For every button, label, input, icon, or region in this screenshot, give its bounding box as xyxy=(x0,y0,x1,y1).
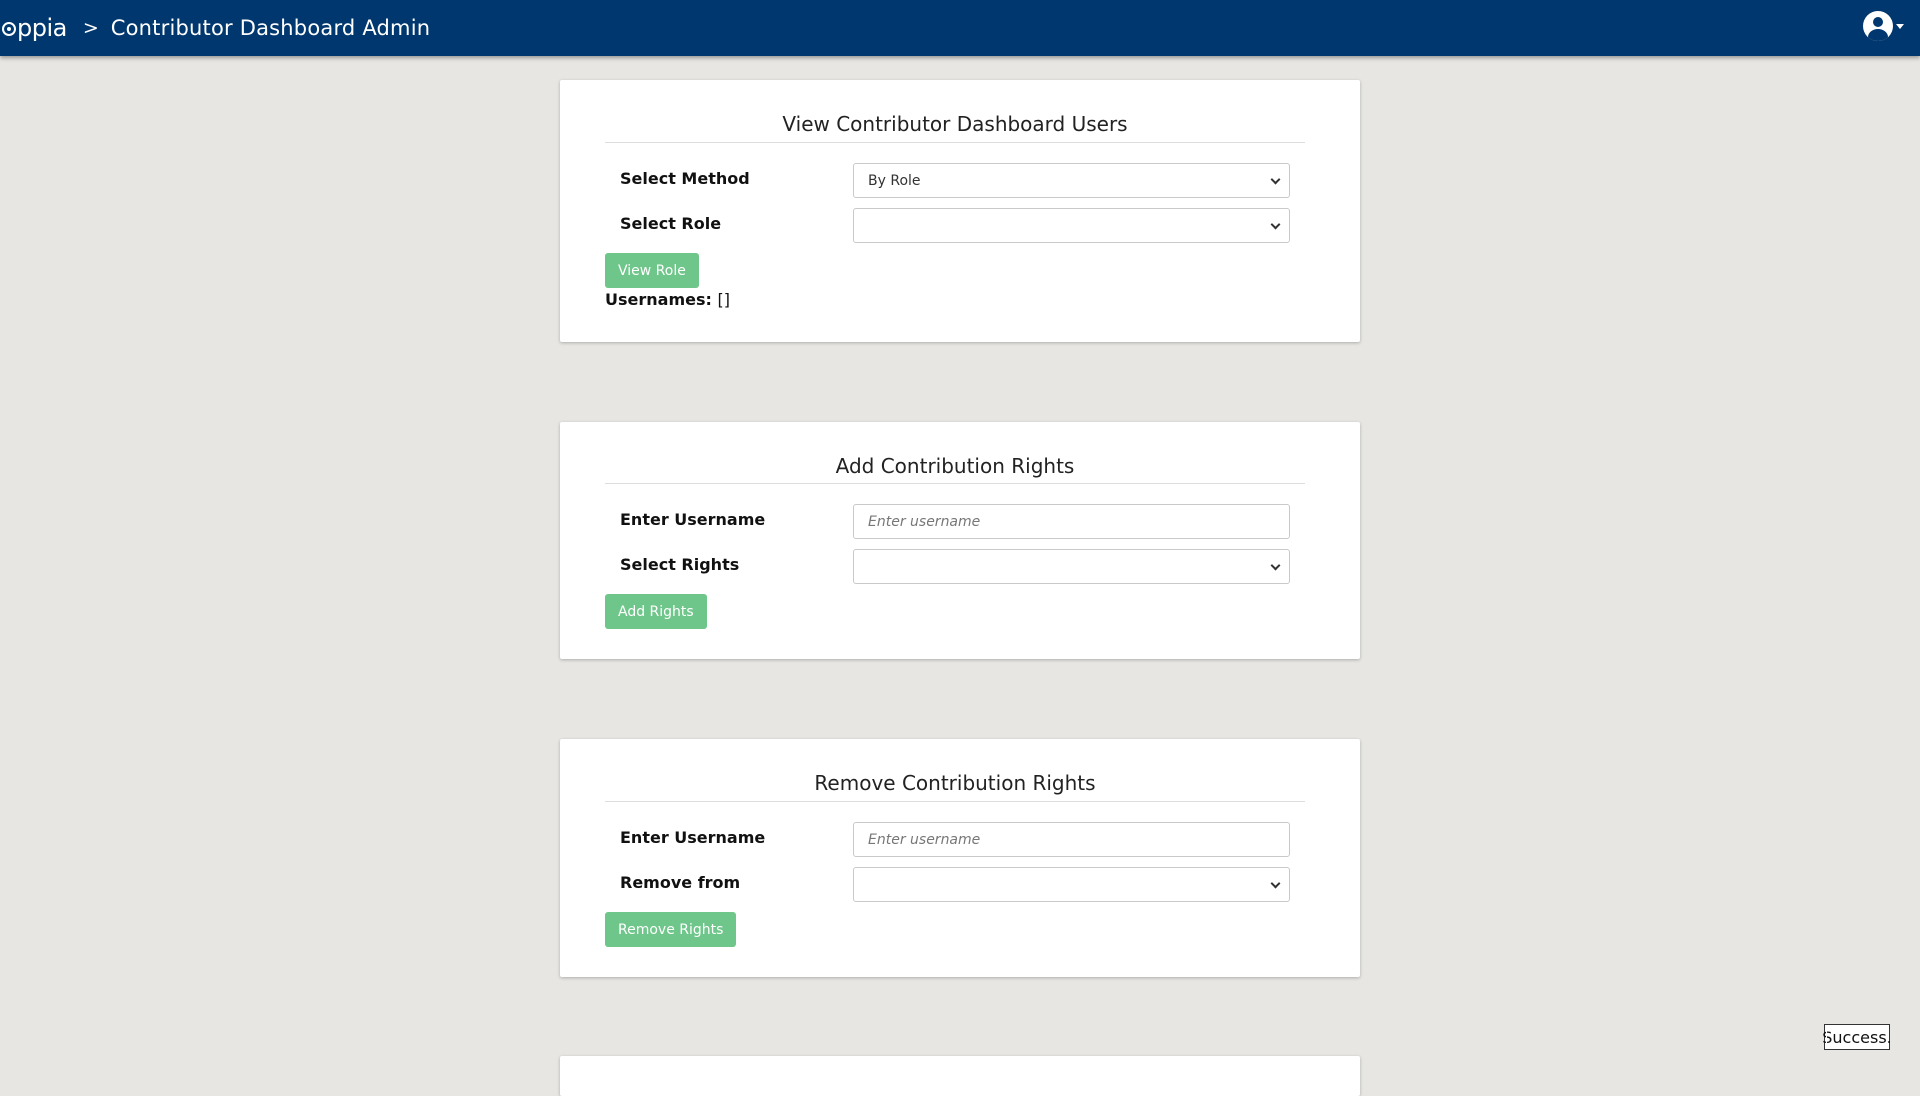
add-rights-button[interactable]: Add Rights xyxy=(605,594,707,629)
divider xyxy=(605,483,1305,484)
card-title: View Contributor Dashboard Users xyxy=(782,112,1128,136)
select-role-dropdown[interactable] xyxy=(853,208,1290,243)
profile-dropdown[interactable] xyxy=(1863,11,1904,41)
remove-username-input[interactable]: Enter username xyxy=(853,822,1290,857)
select-method-label: Select Method xyxy=(620,169,750,188)
usernames-label: Usernames: xyxy=(605,290,712,309)
success-toast: Success. xyxy=(1822,1024,1892,1050)
select-rights-dropdown[interactable] xyxy=(853,549,1290,584)
caret-down-icon xyxy=(1896,23,1904,29)
usernames-output: Usernames: [] xyxy=(605,290,730,309)
add-username-placeholder: Enter username xyxy=(868,513,981,530)
view-users-card: View Contributor Dashboard Users Select … xyxy=(560,80,1360,342)
chevron-down-icon xyxy=(1270,560,1281,571)
breadcrumb-separator: > xyxy=(82,17,99,39)
remove-from-label: Remove from xyxy=(620,873,741,892)
remove-from-dropdown[interactable] xyxy=(853,867,1290,902)
remove-rights-button[interactable]: Remove Rights xyxy=(605,912,737,947)
chevron-down-icon xyxy=(1270,174,1281,185)
chevron-down-icon xyxy=(1270,219,1281,230)
remove-username-placeholder: Enter username xyxy=(868,831,981,848)
chevron-down-icon xyxy=(1270,878,1281,889)
enter-username-label: Enter Username xyxy=(620,828,766,847)
view-role-button[interactable]: View Role xyxy=(605,253,699,288)
select-method-value: By Role xyxy=(868,172,921,189)
divider xyxy=(605,142,1305,143)
enter-username-label: Enter Username xyxy=(620,510,766,529)
select-rights-label: Select Rights xyxy=(620,555,740,574)
remove-rights-card: Remove Contribution Rights Enter Usernam… xyxy=(560,739,1360,977)
select-method-dropdown[interactable]: By Role xyxy=(853,163,1290,198)
add-username-input[interactable]: Enter username xyxy=(853,504,1290,539)
card-title: Add Contribution Rights xyxy=(835,454,1075,478)
avatar-icon xyxy=(1863,11,1893,41)
next-card xyxy=(560,1056,1360,1096)
select-role-label: Select Role xyxy=(620,214,722,233)
logo-text: ppia xyxy=(17,14,67,42)
divider xyxy=(605,801,1305,802)
page-title: Contributor Dashboard Admin xyxy=(110,16,431,40)
usernames-value: [] xyxy=(717,290,730,309)
card-title: Remove Contribution Rights xyxy=(814,771,1096,795)
add-rights-card: Add Contribution Rights Enter Username E… xyxy=(560,422,1360,659)
oppia-logo[interactable]: ppia xyxy=(2,14,67,42)
oppia-logo-icon xyxy=(2,22,16,36)
top-navbar: ppia > Contributor Dashboard Admin xyxy=(0,0,1920,56)
